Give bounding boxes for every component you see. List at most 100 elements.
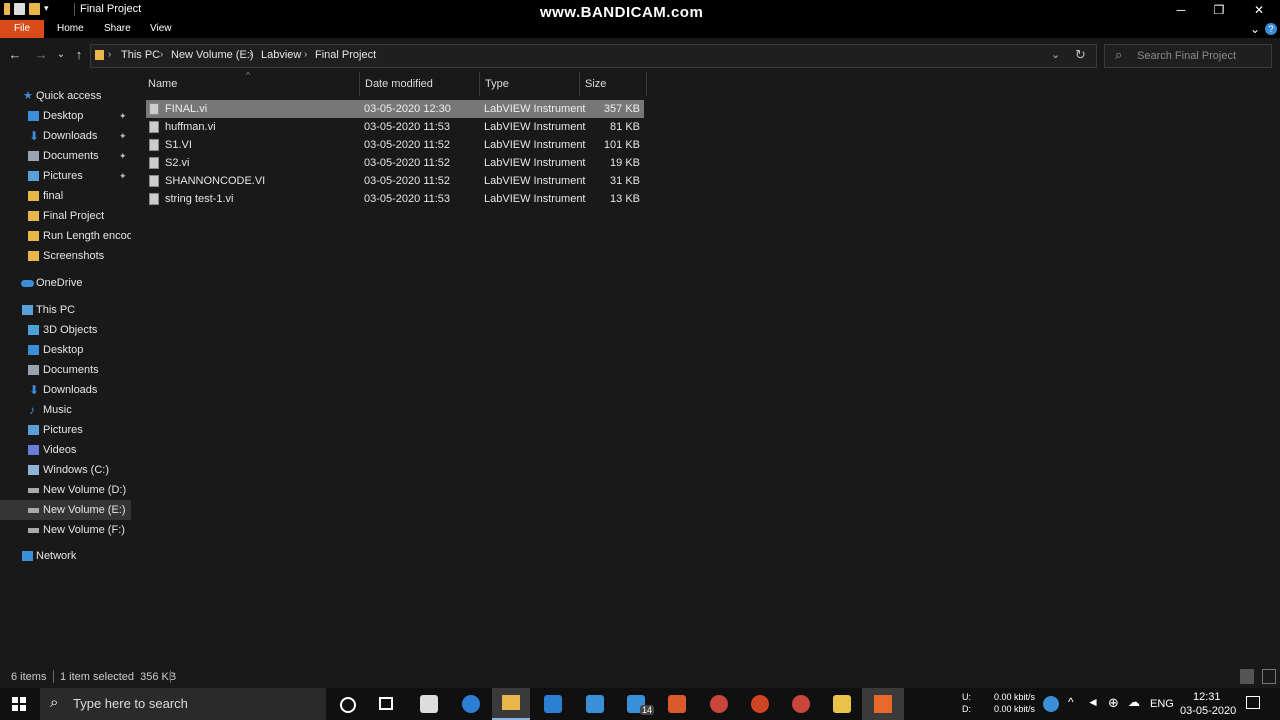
labview-icon[interactable] <box>833 695 851 713</box>
sidebar-item-run-length[interactable]: Run Length encodin <box>0 226 131 246</box>
up-button[interactable]: ↑ <box>70 46 88 64</box>
breadcrumb-separator[interactable]: › <box>160 49 163 60</box>
new-folder-icon[interactable] <box>29 3 40 15</box>
column-header-size[interactable]: Size <box>579 72 647 96</box>
labview-file-icon <box>149 139 159 151</box>
address-bar[interactable]: › This PC › New Volume (E:) › Labview › … <box>90 44 1097 68</box>
sidebar-item-windows-c[interactable]: Windows (C:) <box>0 460 131 480</box>
notifications-icon[interactable] <box>1246 696 1260 709</box>
details-view-icon[interactable] <box>1240 669 1254 684</box>
sidebar-item-3d-objects[interactable]: 3D Objects <box>0 320 131 340</box>
sidebar-item-final[interactable]: final <box>0 186 131 206</box>
language-indicator[interactable]: ENG <box>1150 698 1174 710</box>
sidebar-item-new-volume-d[interactable]: New Volume (D:) <box>0 480 131 500</box>
file-row[interactable]: S1.VI 03-05-2020 11:52 LabVIEW Instrumen… <box>146 136 644 154</box>
chrome-icon[interactable] <box>710 695 728 713</box>
sidebar-item-documents[interactable]: Documents ✦ <box>0 146 131 166</box>
tab-file[interactable]: File <box>0 20 44 38</box>
breadcrumb-labview[interactable]: Labview <box>261 49 301 61</box>
sidebar-item-network[interactable]: Network <box>0 546 131 566</box>
column-header-name[interactable]: Name <box>142 72 360 96</box>
file-type: LabVIEW Instrument <box>484 139 586 151</box>
search-input[interactable] <box>1135 47 1269 65</box>
drive-icon <box>28 465 39 475</box>
close-button[interactable]: ✕ <box>1240 0 1278 20</box>
sidebar-item-final-project[interactable]: Final Project <box>0 206 131 226</box>
pin-icon: ✦ <box>119 151 127 161</box>
clock-date[interactable]: 03-05-2020 <box>1180 705 1236 717</box>
chrome-profile-icon[interactable] <box>792 695 810 713</box>
sidebar-item-downloads[interactable]: ⬇ Downloads ✦ <box>0 126 131 146</box>
visual-studio-icon[interactable] <box>586 695 604 713</box>
breadcrumb-new-volume-e[interactable]: New Volume (E:) <box>171 49 254 61</box>
volume-icon[interactable]: ◄ <box>1087 695 1099 709</box>
computer-icon <box>22 305 33 315</box>
sidebar-item-screenshots[interactable]: Screenshots <box>0 246 131 266</box>
sidebar-item-desktop[interactable]: Desktop ✦ <box>0 106 131 126</box>
column-header-type[interactable]: Type <box>479 72 580 96</box>
sidebar-item-music[interactable]: ♪ Music <box>0 400 131 420</box>
column-header-date[interactable]: Date modified <box>359 72 480 96</box>
file-list: ^ Name Date modified Type Size FINAL.vi … <box>132 70 1280 666</box>
clock-time[interactable]: 12:31 <box>1193 691 1221 703</box>
sidebar-item-onedrive[interactable]: OneDrive <box>0 273 131 293</box>
sidebar-item-pc-pictures[interactable]: Pictures <box>0 420 131 440</box>
file-explorer-taskbar-button[interactable] <box>492 688 530 720</box>
breadcrumb-separator: › <box>108 49 112 60</box>
ribbon-tabs: File Home Share View ⌄ ? <box>0 20 1280 38</box>
net-upload-label: U: <box>962 692 971 702</box>
file-row[interactable]: FINAL.vi 03-05-2020 12:30 LabVIEW Instru… <box>146 100 644 118</box>
file-row[interactable]: SHANNONCODE.VI 03-05-2020 11:52 LabVIEW … <box>146 172 644 190</box>
onedrive-tray-icon[interactable]: ☁ <box>1128 695 1140 709</box>
dropbox-icon[interactable] <box>544 695 562 713</box>
navigation-pane: ★ Quick access Desktop ✦ ⬇ Downloads ✦ D… <box>0 72 133 666</box>
search-box[interactable]: ⌕ <box>1104 44 1272 68</box>
matlab-taskbar-button[interactable] <box>862 688 904 720</box>
properties-icon[interactable] <box>14 3 25 15</box>
sidebar-item-quick-access[interactable]: ★ Quick access <box>0 86 131 106</box>
labview-file-icon <box>149 175 159 187</box>
pin-icon: ✦ <box>119 171 127 181</box>
sidebar-item-pictures[interactable]: Pictures ✦ <box>0 166 131 186</box>
maximize-button[interactable]: ❐ <box>1200 0 1238 20</box>
windows-start-icon[interactable] <box>12 697 26 711</box>
breadcrumb-final-project[interactable]: Final Project <box>315 49 376 61</box>
back-button[interactable]: ← <box>6 46 24 64</box>
file-row[interactable]: string test-1.vi 03-05-2020 11:53 LabVIE… <box>146 190 644 208</box>
file-size: 31 KB <box>610 175 640 187</box>
cortana-icon[interactable] <box>340 697 356 713</box>
refresh-icon[interactable]: ↻ <box>1075 47 1086 63</box>
powerpoint-icon[interactable] <box>751 695 769 713</box>
tab-view[interactable]: View <box>140 20 182 38</box>
address-dropdown-icon[interactable]: ⌄ <box>1051 48 1060 61</box>
tab-share[interactable]: Share <box>94 20 141 38</box>
forward-button[interactable]: → <box>32 46 50 64</box>
breadcrumb-separator[interactable]: › <box>304 49 307 60</box>
file-row[interactable]: S2.vi 03-05-2020 11:52 LabVIEW Instrumen… <box>146 154 644 172</box>
task-view-icon[interactable] <box>379 697 393 710</box>
taskbar-search-box[interactable]: ⌕ Type here to search <box>40 688 326 720</box>
store-icon[interactable] <box>420 695 438 713</box>
folder-icon <box>502 695 520 710</box>
sidebar-item-new-volume-f[interactable]: New Volume (F:) <box>0 520 131 540</box>
breadcrumb-separator[interactable]: › <box>249 49 252 60</box>
recent-locations-button[interactable]: ⌄ <box>52 46 70 64</box>
tab-home[interactable]: Home <box>47 20 94 38</box>
edge-icon[interactable] <box>462 695 480 713</box>
help-tray-icon[interactable] <box>1043 696 1059 712</box>
minimize-button[interactable]: ─ <box>1162 0 1200 20</box>
large-icons-view-icon[interactable] <box>1262 669 1276 684</box>
sidebar-item-videos[interactable]: Videos <box>0 440 131 460</box>
network-tray-icon[interactable]: ⊕ <box>1108 695 1119 711</box>
chevron-up-icon[interactable]: ^ <box>1068 695 1074 709</box>
file-row[interactable]: huffman.vi 03-05-2020 11:53 LabVIEW Inst… <box>146 118 644 136</box>
whatsapp-icon[interactable] <box>668 695 686 713</box>
sidebar-item-pc-downloads[interactable]: ⬇ Downloads <box>0 380 131 400</box>
help-icon[interactable]: ? <box>1265 23 1277 35</box>
sidebar-item-pc-documents[interactable]: Documents <box>0 360 131 380</box>
customize-toolbar-icon[interactable]: ▾ <box>44 3 52 15</box>
sidebar-item-new-volume-e[interactable]: New Volume (E:) <box>0 500 131 520</box>
breadcrumb-this-pc[interactable]: This PC <box>121 49 160 61</box>
sidebar-item-this-pc[interactable]: This PC <box>0 300 131 320</box>
sidebar-item-pc-desktop[interactable]: Desktop <box>0 340 131 360</box>
